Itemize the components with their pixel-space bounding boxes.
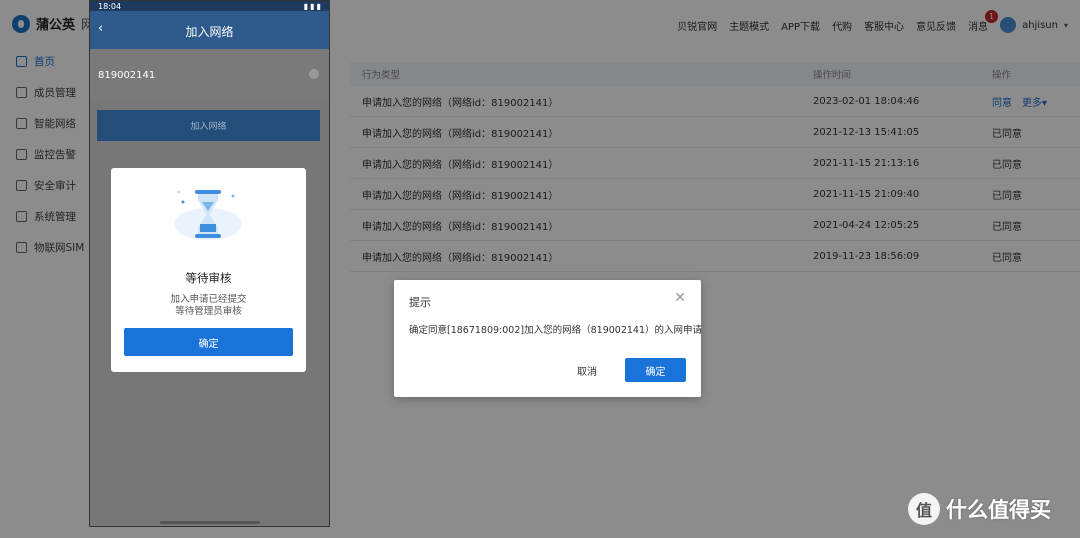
dialog-message: 确定同意[18671809:002]加入您的网络（819002141）的入网申请 (409, 325, 702, 336)
status-time: 18:04 (98, 1, 122, 11)
clear-icon[interactable] (309, 69, 319, 79)
dialog-title: 提示 (409, 296, 431, 309)
confirm-button[interactable]: 确定 (625, 358, 686, 382)
phone-screen: 18:04 ▮▮▮ ‹ 加入网络 819002141 加入网络 等待审核 加入申… (89, 0, 330, 527)
signal-icon: ▮▮▮ (303, 1, 323, 11)
close-icon[interactable]: ✕ (674, 290, 686, 306)
network-id-field[interactable]: 819002141 (90, 49, 329, 101)
confirm-dialog: 提示 ✕ 确定同意[18671809:002]加入您的网络（819002141）… (394, 280, 702, 397)
waiting-review-modal: 等待审核 加入申请已经提交 等待管理员审核 确定 (111, 168, 306, 372)
home-indicator (160, 521, 260, 524)
network-id-value: 819002141 (98, 70, 156, 81)
join-network-button[interactable]: 加入网络 (97, 110, 320, 141)
hourglass-icon (174, 190, 242, 240)
watermark-text: 什么值得买 (946, 498, 1051, 522)
cancel-button[interactable]: 取消 (564, 358, 610, 382)
modal-ok-button[interactable]: 确定 (124, 328, 293, 356)
app-header: ‹ 加入网络 (90, 11, 329, 49)
watermark: 值 什么值得买 (908, 493, 1051, 525)
modal-title: 等待审核 (185, 271, 232, 285)
modal-line-2: 等待管理员审核 (175, 306, 242, 317)
watermark-logo-icon: 值 (908, 493, 940, 525)
status-bar: 18:04 ▮▮▮ (90, 1, 329, 11)
app-header-title: 加入网络 (185, 25, 234, 39)
